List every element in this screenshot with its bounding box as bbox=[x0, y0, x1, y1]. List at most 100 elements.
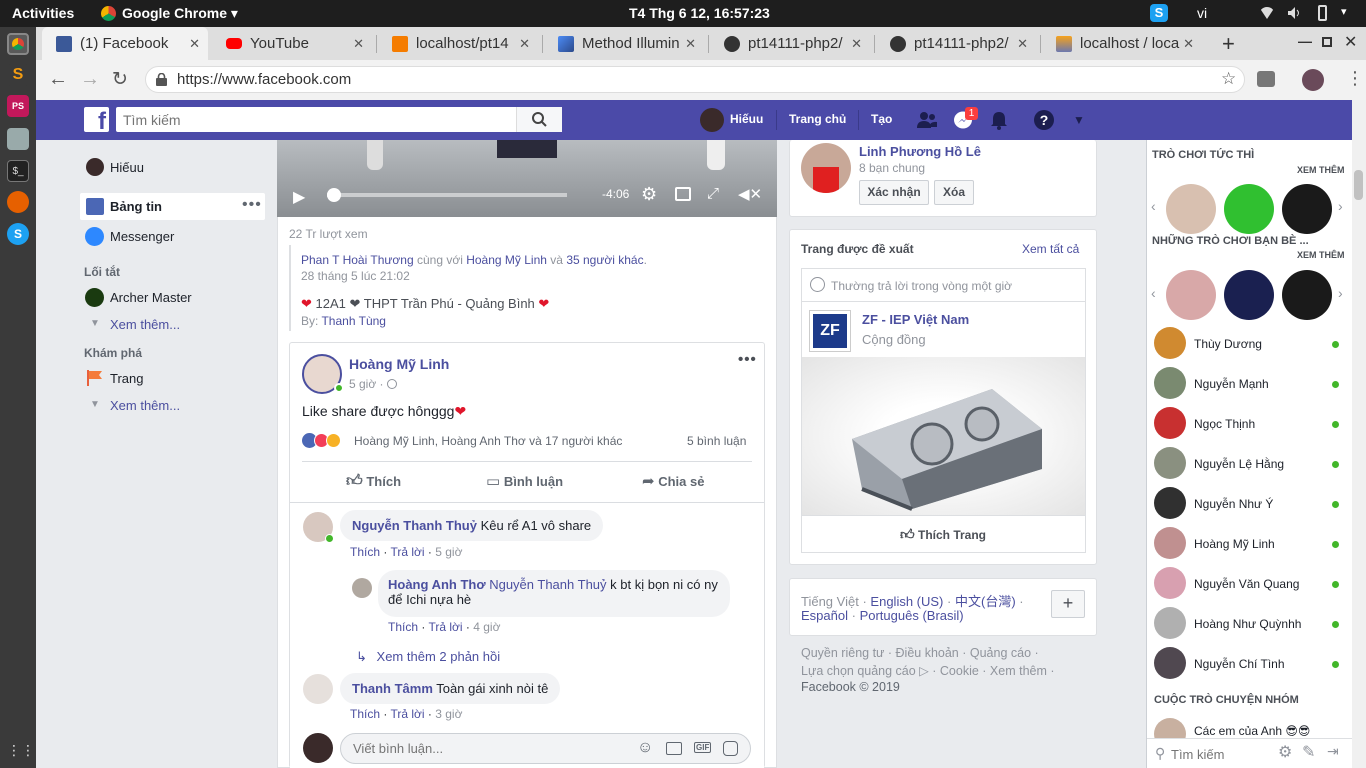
tab-youtube[interactable]: YouTube ✕ bbox=[212, 27, 372, 60]
shortcuts-see-more[interactable]: Xem thêm... bbox=[110, 317, 180, 332]
profile-avatar[interactable] bbox=[1302, 69, 1324, 91]
tagged-link[interactable]: Hoàng Mỹ Linh bbox=[466, 253, 547, 267]
profile-link[interactable]: Hiếuu bbox=[730, 112, 763, 126]
home-link[interactable]: Trang chủ bbox=[789, 112, 846, 126]
facebook-logo-icon[interactable]: f bbox=[84, 107, 109, 132]
friends-games-see-more[interactable]: XEM THÊM bbox=[1297, 250, 1345, 260]
chrome-menu-icon[interactable]: ⋮ bbox=[1346, 68, 1364, 89]
video-player[interactable]: ▶ -4:06 ⚙ ⤢ ◀✕ bbox=[277, 140, 777, 217]
contact-row[interactable]: Nguyễn Chí Tình bbox=[1150, 647, 1345, 681]
search-button[interactable] bbox=[516, 107, 562, 132]
reply-time[interactable]: 4 giờ bbox=[473, 620, 500, 634]
address-bar[interactable]: https://www.facebook.com ☆ bbox=[145, 66, 1245, 93]
bookmark-star-icon[interactable]: ☆ bbox=[1221, 69, 1236, 89]
comment-button[interactable]: ▭ Bình luận bbox=[486, 472, 563, 490]
clock[interactable]: T4 Thg 6 12, 16:57:23 bbox=[629, 5, 770, 21]
comment-like-link[interactable]: Thích bbox=[350, 707, 380, 721]
contact-row[interactable]: Nguyễn Mạnh bbox=[1150, 367, 1345, 401]
sublime-dock-icon[interactable]: S bbox=[7, 64, 29, 86]
delete-button[interactable]: Xóa bbox=[934, 180, 974, 205]
camera-icon[interactable] bbox=[1257, 71, 1275, 87]
others-link[interactable]: 35 người khác bbox=[566, 253, 643, 267]
reply-avatar[interactable] bbox=[352, 578, 372, 598]
game-thumbnail[interactable] bbox=[1166, 184, 1216, 234]
close-window-button[interactable]: ✕ bbox=[1344, 32, 1357, 52]
comment-time[interactable]: 5 giờ bbox=[435, 545, 462, 559]
miniplayer-icon[interactable] bbox=[675, 187, 691, 201]
video-settings-gear-icon[interactable]: ⚙ bbox=[641, 184, 657, 205]
chat-search-input[interactable] bbox=[1171, 743, 1281, 765]
like-button[interactable]: 👍︎ Thích bbox=[346, 472, 401, 491]
like-page-button[interactable]: 👍︎ Thích Trang bbox=[900, 526, 986, 543]
friend-game-thumbnail[interactable] bbox=[1282, 270, 1332, 320]
games-see-more[interactable]: XEM THÊM bbox=[1297, 165, 1345, 175]
left-profile-link[interactable]: Hiếuu bbox=[110, 160, 144, 175]
sidebar-toggle-icon[interactable]: ⇥ bbox=[1327, 743, 1339, 760]
game-thumbnail[interactable] bbox=[1224, 184, 1274, 234]
contact-row[interactable]: Ngọc Thịnh bbox=[1150, 407, 1345, 441]
commenter-avatar[interactable] bbox=[303, 674, 333, 704]
skype-dock-icon[interactable]: S bbox=[7, 223, 29, 245]
skype-tray-icon[interactable]: S bbox=[1150, 4, 1168, 22]
contact-row[interactable]: Hoàng Như Quỳnhh bbox=[1150, 607, 1345, 641]
phpstorm-dock-icon[interactable]: PS bbox=[7, 95, 29, 117]
close-tab-icon[interactable]: ✕ bbox=[519, 36, 530, 52]
user-avatar[interactable] bbox=[700, 108, 724, 132]
friend-request-name[interactable]: Linh Phương Hồ Lê bbox=[859, 144, 981, 159]
reaction-icons[interactable] bbox=[302, 432, 350, 449]
comment-reply-link[interactable]: Trả lời bbox=[390, 707, 424, 721]
reply-like-link[interactable]: Thích bbox=[388, 620, 418, 634]
wifi-icon[interactable] bbox=[1259, 7, 1275, 19]
tab-facebook[interactable]: (1) Facebook ✕ bbox=[42, 27, 208, 60]
minimize-button[interactable]: — bbox=[1298, 33, 1312, 49]
comment-time[interactable]: 3 giờ bbox=[435, 707, 462, 721]
more-replies-link[interactable]: ↳ Xem thêm 2 phản hồi bbox=[356, 649, 500, 665]
tab-github-2[interactable]: pt14111-php2/ ✕ bbox=[876, 27, 1036, 60]
explore-pages[interactable]: Trang bbox=[110, 371, 143, 386]
language-chinese[interactable]: 中文(台灣) bbox=[955, 594, 1016, 609]
close-tab-icon[interactable]: ✕ bbox=[851, 36, 862, 52]
search-input[interactable] bbox=[116, 107, 516, 132]
footer-links-1[interactable]: Quyền riêng tư · Điều khoản · Quảng cáo … bbox=[801, 646, 1039, 660]
nav-news-feed[interactable]: Bảng tin ••• bbox=[80, 193, 265, 220]
contact-row[interactable]: Hoàng Mỹ Linh bbox=[1150, 527, 1345, 561]
scrollbar-thumb[interactable] bbox=[1354, 170, 1363, 200]
footer-links-2[interactable]: Lựa chọn quảng cáo ▷ · Cookie · Xem thêm… bbox=[801, 663, 1055, 678]
battery-icon[interactable] bbox=[1318, 5, 1327, 21]
nav-messenger[interactable]: Messenger bbox=[110, 229, 174, 244]
forward-button[interactable]: → bbox=[80, 68, 100, 91]
carousel-prev-icon[interactable]: ‹ bbox=[1151, 285, 1156, 301]
terminal-dock-icon[interactable]: $_ bbox=[7, 160, 29, 182]
account-menu-arrow-icon[interactable]: ▼ bbox=[1073, 113, 1085, 127]
zf-page-logo[interactable]: ZF bbox=[809, 310, 851, 352]
reply-tag-link[interactable]: Nguyễn Thanh Thuỷ bbox=[489, 577, 606, 592]
comment-reply-link[interactable]: Trả lời bbox=[390, 545, 424, 559]
post-options-icon[interactable]: ••• bbox=[738, 351, 757, 368]
language-spanish[interactable]: Español bbox=[801, 608, 848, 623]
maximize-button[interactable] bbox=[1322, 37, 1332, 47]
post-time[interactable]: 5 giờ bbox=[349, 377, 376, 391]
reply-author-name[interactable]: Hoàng Anh Thơ bbox=[388, 577, 486, 592]
contact-row[interactable]: Nguyễn Văn Quang bbox=[1150, 567, 1345, 601]
game-thumbnail[interactable] bbox=[1282, 184, 1332, 234]
emoji-icon[interactable]: ☺ bbox=[637, 739, 653, 757]
explore-see-more[interactable]: Xem thêm... bbox=[110, 398, 180, 413]
reload-button[interactable]: ↻ bbox=[112, 68, 128, 91]
fullscreen-icon[interactable]: ⤢ bbox=[707, 185, 719, 202]
post-author-name[interactable]: Hoàng Mỹ Linh bbox=[349, 356, 449, 372]
suggested-page-image[interactable] bbox=[802, 357, 1085, 515]
comment-like-link[interactable]: Thích bbox=[350, 545, 380, 559]
volume-icon[interactable] bbox=[1287, 6, 1301, 20]
group-chat-name[interactable]: Các em của Anh 😎😎 bbox=[1194, 724, 1310, 738]
close-tab-icon[interactable]: ✕ bbox=[189, 36, 200, 52]
more-languages-button[interactable]: + bbox=[1051, 590, 1085, 618]
reactions-summary[interactable]: Hoàng Mỹ Linh, Hoàng Anh Thơ và 17 người… bbox=[354, 434, 622, 448]
comment-input[interactable] bbox=[341, 734, 621, 763]
shortcut-archer-master[interactable]: Archer Master bbox=[110, 290, 192, 305]
tab-github-1[interactable]: pt14111-php2/ ✕ bbox=[710, 27, 870, 60]
carousel-next-icon[interactable]: › bbox=[1338, 198, 1343, 214]
play-button[interactable]: ▶ bbox=[293, 187, 305, 207]
confirm-button[interactable]: Xác nhận bbox=[859, 180, 929, 205]
files-dock-icon[interactable] bbox=[7, 128, 29, 150]
gif-icon[interactable]: GIF bbox=[694, 742, 712, 753]
